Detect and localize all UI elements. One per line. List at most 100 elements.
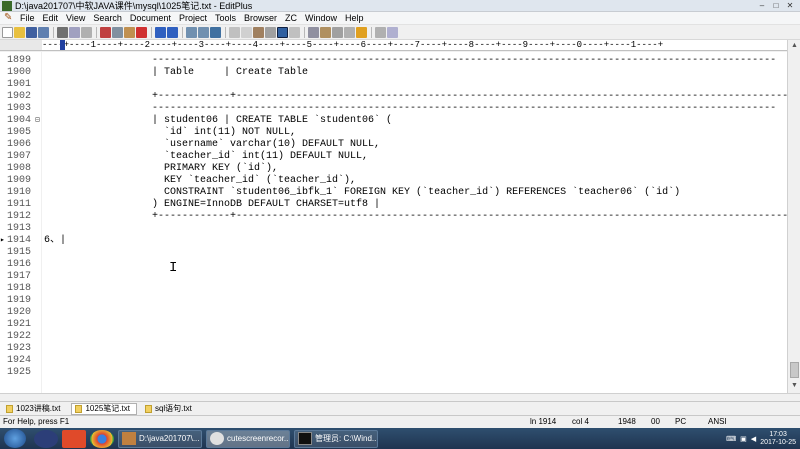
editor-line[interactable]: 1900 | Table | Create Table <box>0 67 787 79</box>
editor-line[interactable]: 1899 -----------------------------------… <box>0 55 787 67</box>
volume-icon[interactable]: ◀ <box>751 435 756 443</box>
whitespace-icon[interactable] <box>289 26 300 38</box>
text-file-icon <box>75 404 83 413</box>
vertical-scrollbar[interactable]: ▲ ▼ <box>787 40 800 393</box>
fold-toggle-icon[interactable]: ⊟ <box>35 115 40 127</box>
maximize-button[interactable]: □ <box>770 1 782 10</box>
copy-icon[interactable] <box>112 26 123 38</box>
ruler-icon[interactable] <box>265 26 276 38</box>
editor-line[interactable]: 1911 ) ENGINE=InnoDB DEFAULT CHARSET=utf… <box>0 199 787 211</box>
editor-line[interactable]: 1915 <box>0 247 787 259</box>
scrollbar-thumb[interactable] <box>790 362 799 378</box>
editor-line[interactable]: 1909 KEY `teacher_id` (`teacher_id`), <box>0 175 787 187</box>
toolbar-divider <box>182 26 183 38</box>
editor-line[interactable]: 1906 `username` varchar(10) DEFAULT NULL… <box>0 139 787 151</box>
menu-view[interactable]: View <box>62 13 89 23</box>
hbuilder-icon[interactable] <box>62 429 86 448</box>
clock[interactable]: 17:03 2017-10-25 <box>760 431 796 447</box>
settings-icon[interactable] <box>375 26 386 38</box>
editor-line[interactable]: 1921 <box>0 319 787 331</box>
start-button[interactable] <box>4 429 26 448</box>
hex-view-icon[interactable] <box>253 26 264 38</box>
find-icon[interactable] <box>186 26 197 38</box>
editor-line[interactable]: 1917 <box>0 271 787 283</box>
directory-icon[interactable] <box>344 26 355 38</box>
line-text: CONSTRAINT `student06_ibfk_1` FOREIGN KE… <box>44 187 681 198</box>
tab-1023-lecture[interactable]: 1023讲稿.txt <box>2 403 67 415</box>
new-file-icon[interactable] <box>2 26 13 38</box>
line-number: 1904 <box>7 115 32 126</box>
cliptext-icon[interactable] <box>332 26 343 38</box>
chrome-icon[interactable] <box>90 429 114 448</box>
line-number-icon[interactable] <box>277 26 288 38</box>
editor-line[interactable]: 1918 <box>0 283 787 295</box>
current-line-marker-icon: ▸ <box>0 236 5 245</box>
editor-line[interactable]: 1902 +------------+---------------------… <box>0 91 787 103</box>
editor-line[interactable]: 1904 ⊟ | student06 | CREATE TABLE `studen… <box>0 115 787 127</box>
menu-tools[interactable]: Tools <box>211 13 240 23</box>
editor-line[interactable]: 1920 <box>0 307 787 319</box>
editor-line[interactable]: 1919 <box>0 295 787 307</box>
replace-icon[interactable] <box>198 26 209 38</box>
menu-zc[interactable]: ZC <box>281 13 301 23</box>
media-player-icon[interactable] <box>34 429 58 448</box>
network-icon[interactable]: ▣ <box>740 435 747 443</box>
delete-icon[interactable] <box>136 26 147 38</box>
check-icon[interactable] <box>356 26 367 38</box>
menu-project[interactable]: Project <box>175 13 211 23</box>
menu-help[interactable]: Help <box>341 13 368 23</box>
print-preview-icon[interactable] <box>69 26 80 38</box>
help-icon[interactable] <box>387 26 398 38</box>
tab-sql-statements[interactable]: sql语句.txt <box>141 403 199 415</box>
paste-icon[interactable] <box>124 26 135 38</box>
editor-line[interactable]: 1908 PRIMARY KEY (`id`), <box>0 163 787 175</box>
horizontal-scrollbar[interactable] <box>0 393 800 401</box>
cut-icon[interactable] <box>100 26 111 38</box>
scroll-down-arrow-icon[interactable]: ▼ <box>790 382 799 390</box>
open-folder-icon[interactable] <box>14 26 25 38</box>
clip-icon[interactable] <box>320 26 331 38</box>
editor-line[interactable]: 1925 <box>0 367 787 379</box>
text-editor[interactable]: 1899 -----------------------------------… <box>0 52 787 393</box>
editor-line[interactable]: 1905 `id` int(11) NOT NULL, <box>0 127 787 139</box>
line-number: 1917 <box>7 271 32 282</box>
menu-file[interactable]: File <box>16 13 39 23</box>
editor-line[interactable]: 1916 <box>0 259 787 271</box>
close-button[interactable]: ✕ <box>784 1 796 10</box>
editor-line[interactable]: 1901 <box>0 79 787 91</box>
tab-1025-notes[interactable]: 1025笔记.txt <box>71 402 137 415</box>
menu-document[interactable]: Document <box>126 13 175 23</box>
mouse-ibeam-cursor: I <box>169 260 178 276</box>
menu-window[interactable]: Window <box>301 13 341 23</box>
editor-line[interactable]: 1907 `teacher_id` int(11) DEFAULT NULL, <box>0 151 787 163</box>
editor-line[interactable]: 1913 <box>0 223 787 235</box>
font-icon[interactable] <box>229 26 240 38</box>
menu-edit[interactable]: Edit <box>39 13 63 23</box>
editor-line[interactable]: 1910 CONSTRAINT `student06_ibfk_1` FOREI… <box>0 187 787 199</box>
print-icon[interactable] <box>57 26 68 38</box>
redo-icon[interactable] <box>167 26 178 38</box>
keyboard-icon[interactable]: ⌨ <box>726 435 736 443</box>
editor-line[interactable]: 1912 +------------+---------------------… <box>0 211 787 223</box>
editor-line[interactable]: 1903 -----------------------------------… <box>0 103 787 115</box>
editor-line[interactable]: 1914 ▸ 6、| <box>0 235 787 247</box>
taskbar-item-cmd[interactable]: 管理员: C:\Wind... <box>294 429 378 448</box>
taskbar-item-recorder[interactable]: cutescreenrecor... <box>206 429 290 448</box>
save-icon[interactable] <box>26 26 37 38</box>
find-in-files-icon[interactable] <box>210 26 221 38</box>
editor-line[interactable]: 1923 <box>0 343 787 355</box>
menu-search[interactable]: Search <box>89 13 126 23</box>
taskbar-item-editplus[interactable]: D:\java201707\... <box>118 429 202 448</box>
minimize-button[interactable]: – <box>756 1 768 10</box>
undo-icon[interactable] <box>155 26 166 38</box>
window-list-icon[interactable] <box>308 26 319 38</box>
menu-browser[interactable]: Browser <box>240 13 281 23</box>
save-all-icon[interactable] <box>38 26 49 38</box>
editor-line[interactable]: 1924 <box>0 355 787 367</box>
word-wrap-icon[interactable] <box>241 26 252 38</box>
spell-check-icon[interactable] <box>81 26 92 38</box>
scroll-up-arrow-icon[interactable]: ▲ <box>790 42 799 50</box>
editor-line[interactable]: 1922 <box>0 331 787 343</box>
pen-icon: ✎ <box>4 12 13 23</box>
line-text: | student06 | CREATE TABLE `student06` ( <box>44 115 393 126</box>
